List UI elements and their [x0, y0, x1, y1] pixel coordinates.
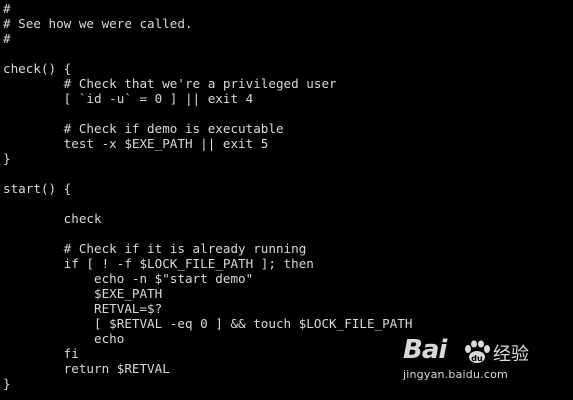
code-content: # # See how we were called. # check() { … — [3, 1, 412, 391]
code-line: # Check if it is already running — [3, 241, 307, 256]
code-line: } — [3, 376, 11, 391]
code-line: if [ ! -f $LOCK_FILE_PATH ]; then — [3, 256, 314, 271]
code-line: # — [3, 31, 11, 46]
code-line: [ $RETVAL -eq 0 ] && touch $LOCK_FILE_PA… — [3, 316, 413, 331]
watermark-chinese-text: 经验 — [493, 344, 529, 365]
code-line: [ `id -u` = 0 ] || exit 4 — [3, 91, 254, 106]
baidu-paw-icon: du — [460, 340, 494, 364]
code-line: RETVAL=$? — [3, 301, 163, 316]
code-line: echo -n $"start demo" — [3, 271, 254, 286]
code-line: # Check if demo is executable — [3, 121, 284, 136]
code-line: check() { — [3, 61, 72, 76]
code-line: # Check that we're a privileged user — [3, 76, 337, 91]
code-line: $EXE_PATH — [3, 286, 163, 301]
code-line: fi — [3, 346, 79, 361]
watermark-url: jingyan.baidu.com — [403, 368, 508, 381]
code-line: } — [3, 151, 11, 166]
watermark-brand-text: Bai — [403, 335, 447, 365]
code-line: return $RETVAL — [3, 361, 170, 376]
code-line: check — [3, 211, 102, 226]
code-line: # See how we were called. — [3, 16, 193, 31]
code-line: # — [3, 1, 11, 16]
terminal-window[interactable]: # # See how we were called. # check() { … — [0, 0, 573, 400]
baidu-jingyan-watermark: Bai du 经验 jingyan.baidu.com — [403, 335, 543, 388]
watermark-logo: Bai du 经验 — [403, 335, 543, 366]
code-line: echo — [3, 331, 125, 346]
code-line: start() { — [3, 181, 72, 196]
svg-text:du: du — [471, 354, 483, 363]
code-line: test -x $EXE_PATH || exit 5 — [3, 136, 269, 151]
